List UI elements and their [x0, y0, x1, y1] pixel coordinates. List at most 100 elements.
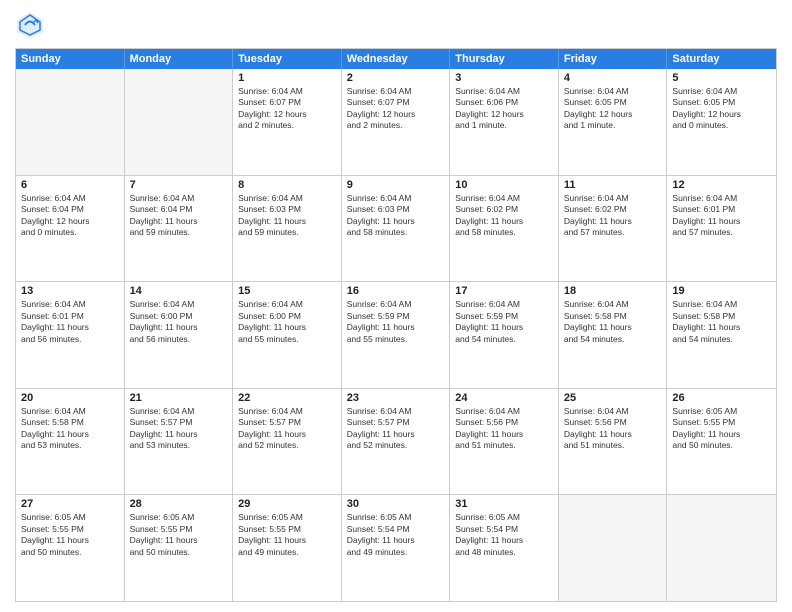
cell-info-line: Sunset: 6:05 PM [672, 97, 771, 108]
cell-info-line: Sunset: 5:55 PM [672, 417, 771, 428]
cell-info-line: Daylight: 11 hours [564, 322, 662, 333]
cell-info-line: Sunrise: 6:04 AM [238, 193, 336, 204]
calendar-cell: 9Sunrise: 6:04 AMSunset: 6:03 PMDaylight… [342, 176, 451, 282]
cell-info-line: Sunrise: 6:05 AM [347, 512, 445, 523]
cell-info-line: and 56 minutes. [21, 334, 119, 345]
calendar-row: 27Sunrise: 6:05 AMSunset: 5:55 PMDayligh… [16, 494, 776, 601]
logo [15, 10, 49, 40]
cell-info-line: Sunrise: 6:04 AM [238, 406, 336, 417]
cell-info-line: Sunset: 6:05 PM [564, 97, 662, 108]
calendar-row: 13Sunrise: 6:04 AMSunset: 6:01 PMDayligh… [16, 281, 776, 388]
cell-info-line: and 56 minutes. [130, 334, 228, 345]
cell-info-line: Sunset: 6:02 PM [455, 204, 553, 215]
cell-info-line: Sunset: 5:56 PM [455, 417, 553, 428]
cell-info-line: Daylight: 11 hours [455, 429, 553, 440]
calendar-cell: 3 Sunrise: 6:04 AMSunset: 6:06 PMDaylight… [450, 69, 559, 175]
cell-info-line: Sunrise: 6:04 AM [564, 86, 662, 97]
cell-info-line: Sunrise: 6:04 AM [455, 86, 553, 97]
calendar-cell: 7Sunrise: 6:04 AMSunset: 6:04 PMDaylight… [125, 176, 234, 282]
cell-info-line: Daylight: 11 hours [564, 429, 662, 440]
cell-info-line: Daylight: 11 hours [564, 216, 662, 227]
cell-info-line: Sunrise: 6:04 AM [347, 193, 445, 204]
cell-info-line: Sunrise: 6:04 AM [21, 406, 119, 417]
day-number: 7 [130, 179, 228, 191]
day-number: 20 [21, 392, 119, 404]
cell-info-line: Sunrise: 6:04 AM [238, 86, 336, 97]
calendar-cell: 29Sunrise: 6:05 AMSunset: 5:55 PMDayligh… [233, 495, 342, 601]
calendar-cell: 1Sunrise: 6:04 AMSunset: 6:07 PMDaylight… [233, 69, 342, 175]
cell-info-line: and 55 minutes. [347, 334, 445, 345]
cell-info-line: and 52 minutes. [347, 440, 445, 451]
cell-info-line: and 50 minutes. [21, 547, 119, 558]
day-number: 5 [672, 72, 771, 84]
day-number: 11 [564, 179, 662, 191]
day-number: 9 [347, 179, 445, 191]
cell-info-line: and 1 minute. [455, 120, 553, 131]
cell-info-line: Sunset: 5:57 PM [238, 417, 336, 428]
cell-info-line: Daylight: 11 hours [21, 429, 119, 440]
day-number: 25 [564, 392, 662, 404]
cell-info-line: Sunrise: 6:04 AM [455, 193, 553, 204]
cell-info-line: Sunset: 5:57 PM [347, 417, 445, 428]
weekday-header: Monday [125, 49, 234, 69]
cell-info-line: and 49 minutes. [347, 547, 445, 558]
cell-info-line: Daylight: 11 hours [130, 216, 228, 227]
weekday-header: Sunday [16, 49, 125, 69]
cell-info-line: Daylight: 12 hours [455, 109, 553, 120]
cell-info-line: Daylight: 11 hours [455, 216, 553, 227]
cell-info-line: Sunset: 6:06 PM [455, 97, 553, 108]
cell-info-line: and 58 minutes. [347, 227, 445, 238]
cell-info-line: Sunset: 5:59 PM [455, 311, 553, 322]
cell-info-line: Daylight: 11 hours [130, 322, 228, 333]
day-number: 19 [672, 285, 771, 297]
day-number: 1 [238, 72, 336, 84]
day-number: 6 [21, 179, 119, 191]
cell-info-line: and 59 minutes. [130, 227, 228, 238]
cell-info-line: and 50 minutes. [130, 547, 228, 558]
calendar-cell: 18Sunrise: 6:04 AMSunset: 5:58 PMDayligh… [559, 282, 668, 388]
cell-info-line: Sunrise: 6:04 AM [455, 299, 553, 310]
cell-info-line: Sunrise: 6:05 AM [21, 512, 119, 523]
cell-info-line: Daylight: 11 hours [130, 535, 228, 546]
calendar-row: 1Sunrise: 6:04 AMSunset: 6:07 PMDaylight… [16, 69, 776, 175]
cell-info-line: Sunset: 5:58 PM [21, 417, 119, 428]
day-number: 22 [238, 392, 336, 404]
calendar-cell: 23Sunrise: 6:04 AMSunset: 5:57 PMDayligh… [342, 389, 451, 495]
cell-info-line: Sunset: 5:55 PM [238, 524, 336, 535]
calendar-cell: 11Sunrise: 6:04 AMSunset: 6:02 PMDayligh… [559, 176, 668, 282]
cell-info-line: Daylight: 11 hours [672, 429, 771, 440]
cell-info-line: Sunrise: 6:04 AM [672, 86, 771, 97]
cell-info-line: Sunset: 6:07 PM [347, 97, 445, 108]
calendar-cell: 28Sunrise: 6:05 AMSunset: 5:55 PMDayligh… [125, 495, 234, 601]
calendar-cell: 20 Sunrise: 6:04 AMSunset: 5:58 PMDayligh… [16, 389, 125, 495]
cell-info-line: Daylight: 12 hours [347, 109, 445, 120]
cell-info-line: Sunset: 6:04 PM [130, 204, 228, 215]
day-number: 13 [21, 285, 119, 297]
calendar-cell: 14Sunrise: 6:04 AMSunset: 6:00 PMDayligh… [125, 282, 234, 388]
calendar-cell: 19Sunrise: 6:04 AMSunset: 5:58 PMDayligh… [667, 282, 776, 388]
day-number: 3 [455, 72, 553, 84]
day-number: 12 [672, 179, 771, 191]
cell-info-line: Sunrise: 6:04 AM [347, 86, 445, 97]
cell-info-line: and 2 minutes. [347, 120, 445, 131]
cell-info-line: and 52 minutes. [238, 440, 336, 451]
cell-info-line: Daylight: 12 hours [672, 109, 771, 120]
cell-info-line: Sunset: 5:59 PM [347, 311, 445, 322]
cell-info-line: Sunset: 6:01 PM [672, 204, 771, 215]
cell-info-line: and 0 minutes. [21, 227, 119, 238]
cell-info-line: Daylight: 11 hours [347, 535, 445, 546]
cell-info-line: Sunrise: 6:04 AM [455, 406, 553, 417]
cell-info-line: Sunrise: 6:04 AM [564, 299, 662, 310]
cell-info-line: Sunrise: 6:04 AM [21, 193, 119, 204]
day-number: 23 [347, 392, 445, 404]
day-number: 18 [564, 285, 662, 297]
cell-info-line: and 55 minutes. [238, 334, 336, 345]
calendar-cell: 2Sunrise: 6:04 AMSunset: 6:07 PMDaylight… [342, 69, 451, 175]
calendar-cell: 21Sunrise: 6:04 AMSunset: 5:57 PMDayligh… [125, 389, 234, 495]
cell-info-line: Sunrise: 6:04 AM [564, 193, 662, 204]
cell-info-line: Sunset: 6:07 PM [238, 97, 336, 108]
calendar-row: 6Sunrise: 6:04 AMSunset: 6:04 PMDaylight… [16, 175, 776, 282]
cell-info-line: and 51 minutes. [455, 440, 553, 451]
weekday-header: Thursday [450, 49, 559, 69]
day-number: 29 [238, 498, 336, 510]
